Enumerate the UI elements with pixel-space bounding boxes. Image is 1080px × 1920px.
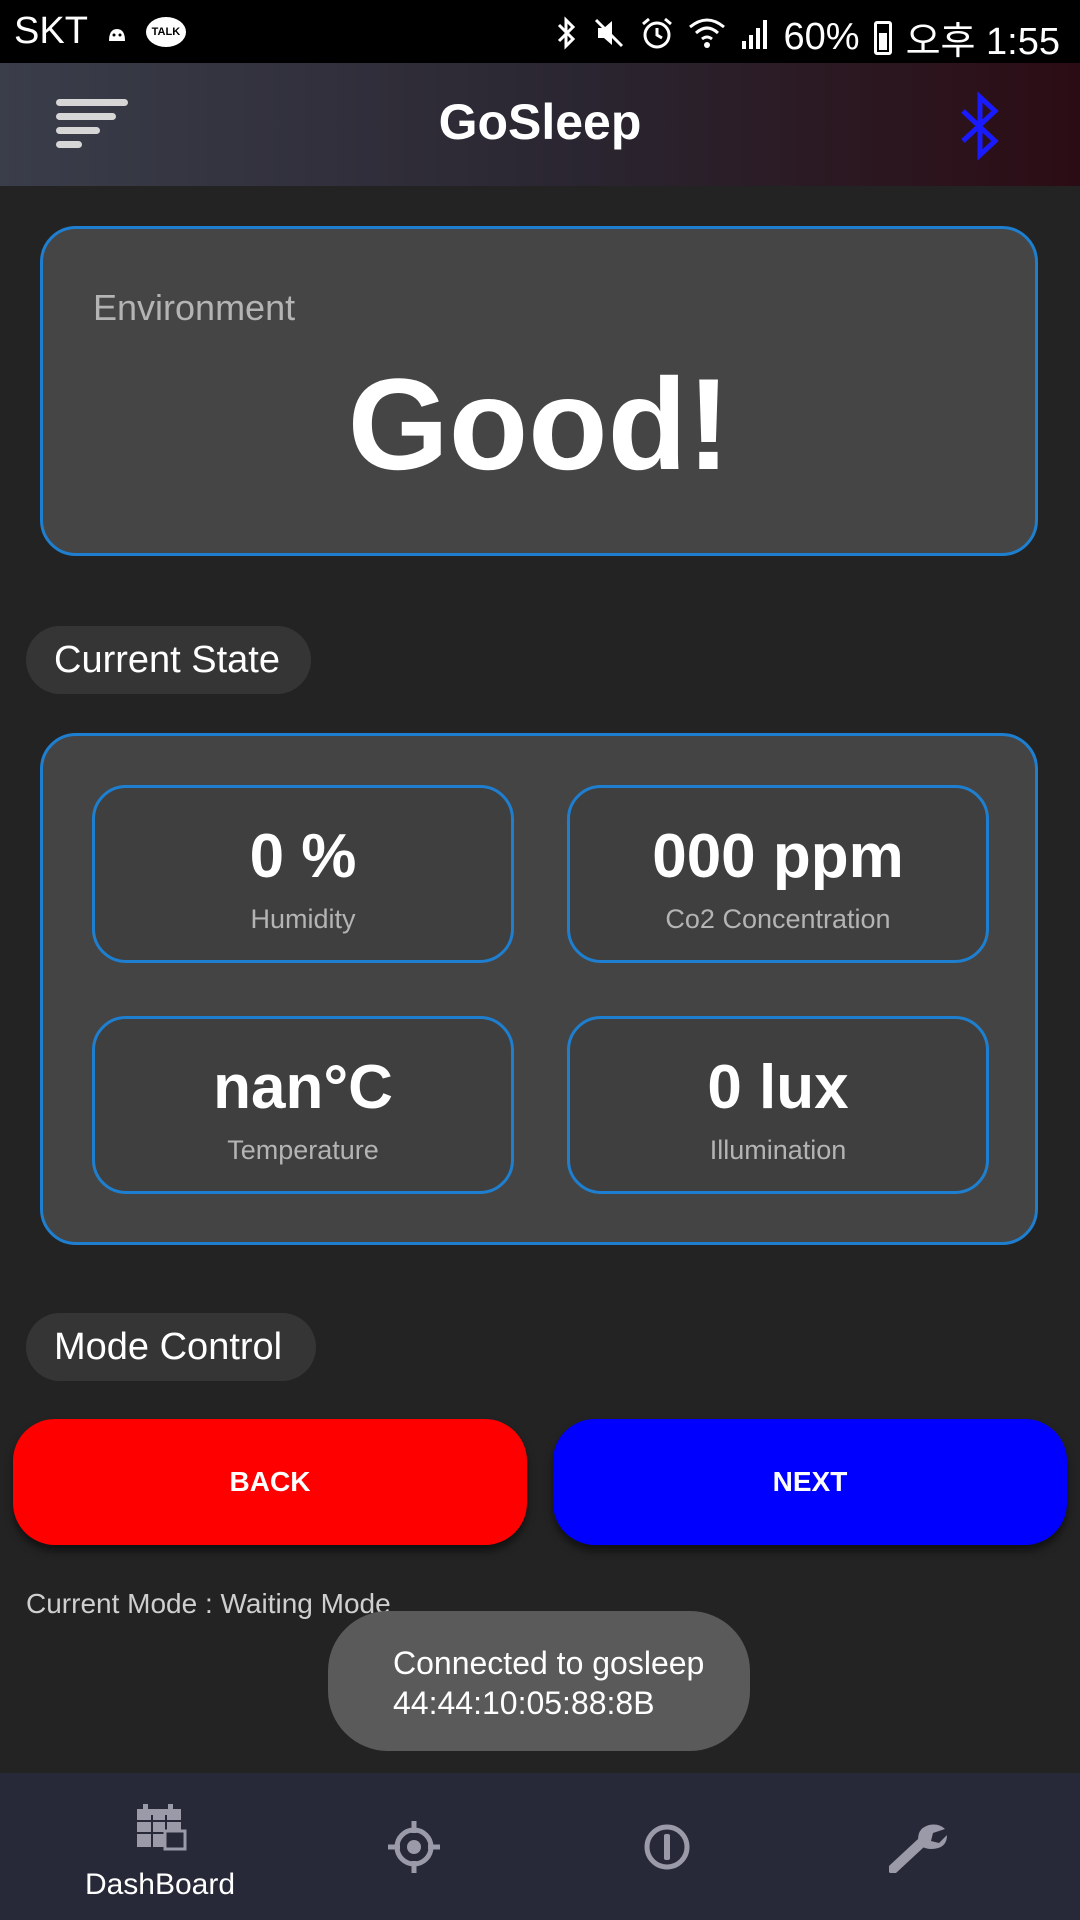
nav-item-settings[interactable]	[819, 1773, 1019, 1920]
bluetooth-status-icon	[556, 15, 578, 60]
mode-control-heading: Mode Control	[26, 1313, 316, 1381]
next-button[interactable]: NEXT	[553, 1419, 1067, 1545]
app-bar: GoSleep	[0, 63, 1080, 186]
co2-value: 000 ppm	[652, 822, 904, 891]
nav-label-dashboard: DashBoard	[84, 1868, 236, 1901]
status-bar-right: 60% 오후 1:55	[556, 10, 1060, 65]
illumination-card: 0 lux Illumination	[567, 1016, 989, 1194]
status-bar-left: SKT TALK	[14, 10, 186, 53]
clock: 오후 1:55	[905, 21, 1060, 63]
toast-line-1: Connected to gosleep	[393, 1645, 705, 1681]
info-icon	[644, 1824, 690, 1870]
toast-message: Connected to gosleep 44:44:10:05:88:8B	[328, 1611, 750, 1751]
humidity-value: 0 %	[249, 822, 357, 891]
toast-line-2: 44:44:10:05:88:8B	[393, 1685, 655, 1721]
current-state-panel: 0 % Humidity 000 ppm Co2 Concentration n…	[40, 733, 1038, 1245]
nav-item-info[interactable]	[566, 1773, 766, 1920]
temperature-label: Temperature	[227, 1135, 379, 1165]
dashboard-icon	[137, 1804, 187, 1851]
status-bar: SKT TALK 60% 오후 1:55	[0, 0, 1080, 63]
humidity-label: Humidity	[250, 904, 356, 934]
co2-card: 000 ppm Co2 Concentration	[567, 785, 989, 963]
battery-percent: 60%	[783, 16, 860, 58]
illumination-value: 0 lux	[707, 1053, 849, 1122]
battery-icon	[873, 20, 892, 55]
android-icon	[106, 12, 128, 52]
environment-value: Good!	[347, 351, 731, 497]
signal-icon	[740, 17, 770, 58]
environment-label: Environment	[93, 287, 296, 328]
environment-card: Environment Good!	[40, 226, 1038, 556]
current-state-heading: Current State	[26, 626, 311, 694]
app-title: GoSleep	[438, 94, 642, 150]
carrier-label: SKT	[14, 10, 88, 52]
back-button[interactable]: BACK	[13, 1419, 527, 1545]
temperature-card: nan°C Temperature	[92, 1016, 514, 1194]
crosshair-icon	[388, 1821, 440, 1873]
current-mode-text: Current Mode : Waiting Mode	[26, 1588, 391, 1619]
nav-item-crosshair[interactable]	[313, 1773, 513, 1920]
kakaotalk-icon: TALK	[145, 16, 186, 47]
mute-icon	[592, 16, 626, 59]
temperature-value: nan°C	[213, 1053, 393, 1122]
bottom-nav: DashBoard	[0, 1773, 1080, 1920]
co2-label: Co2 Concentration	[665, 904, 891, 934]
illumination-label: Illumination	[709, 1135, 847, 1165]
wrench-icon	[889, 1824, 947, 1873]
wifi-icon	[688, 17, 726, 58]
humidity-card: 0 % Humidity	[92, 785, 514, 963]
alarm-icon	[640, 16, 674, 59]
bluetooth-icon[interactable]	[955, 91, 1005, 161]
nav-item-dashboard[interactable]: DashBoard	[60, 1773, 260, 1920]
